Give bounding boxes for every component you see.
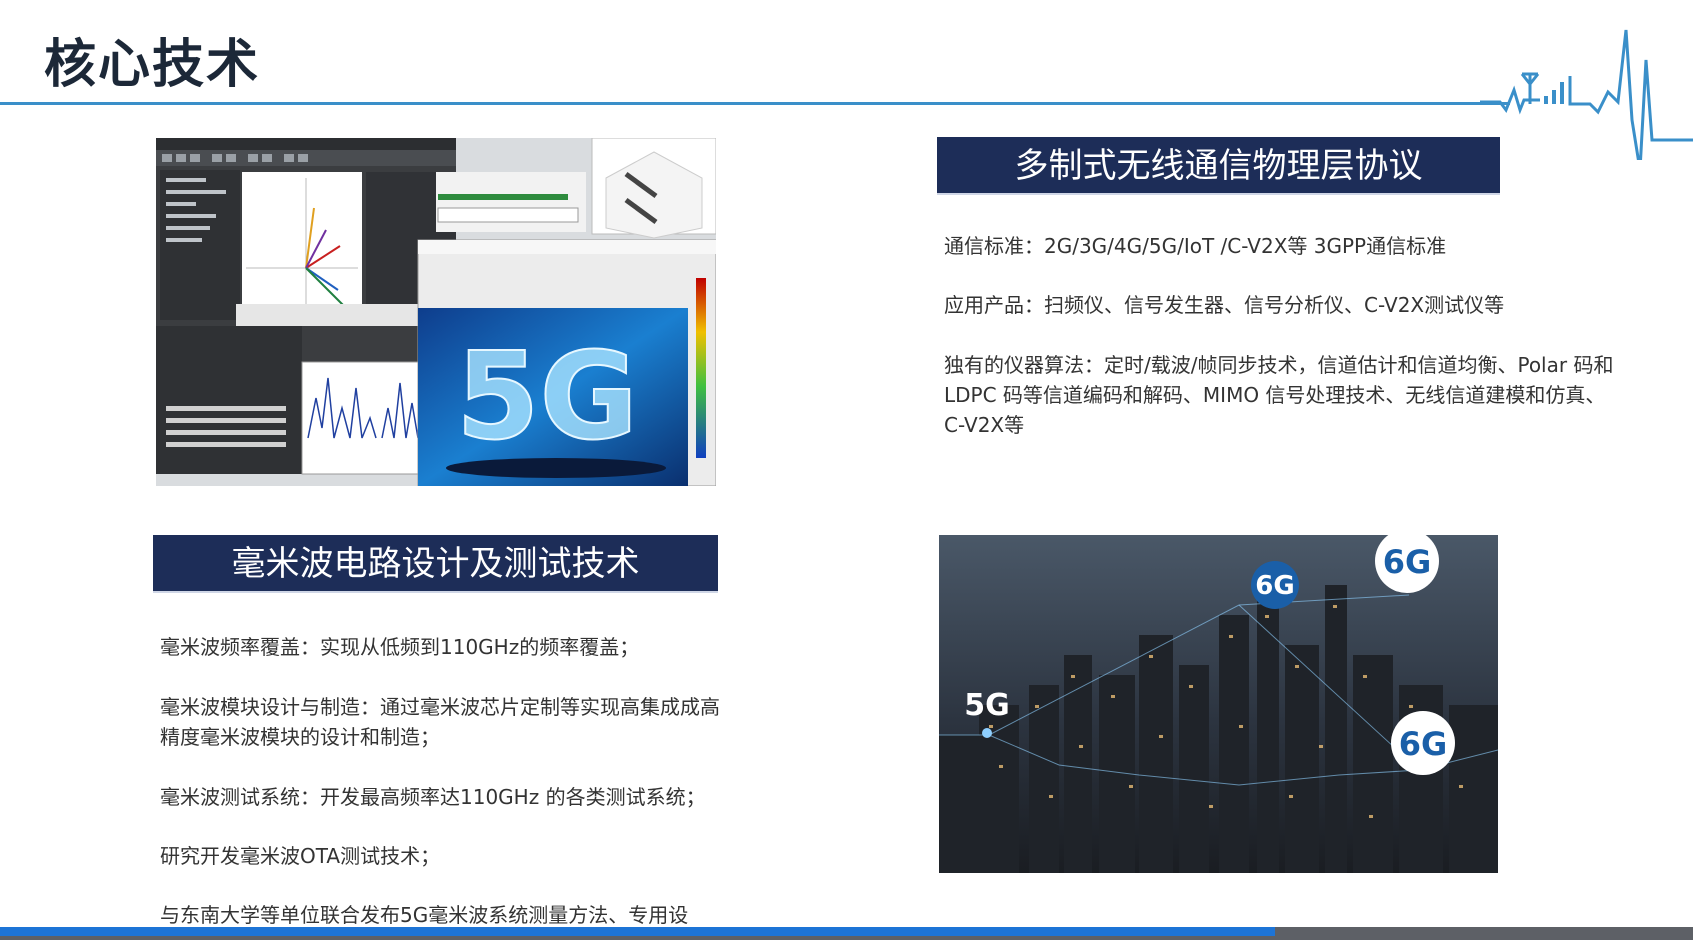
page-title: 核心技术 bbox=[44, 35, 261, 95]
protocol-line-algorithms-1: 独有的仪器算法：定时/载波/帧同步技术，信道估计和信道均衡、Polar 码和 bbox=[944, 353, 1614, 377]
mmwave-line-standard: 与东南大学等单位联合发布5G毫米波系统测量方法、专用设 bbox=[160, 903, 689, 927]
video-progress-fill bbox=[0, 927, 1275, 936]
city-network-image: 6G 6G 5G 6G bbox=[939, 535, 1498, 873]
mmwave-line-module-1: 毫米波模块设计与制造：通过毫米波芯片定制等实现高集成成高 bbox=[160, 695, 720, 719]
mmwave-line-coverage: 毫米波频率覆盖：实现从低频到110GHz的频率覆盖； bbox=[160, 635, 640, 659]
mmwave-line-ota: 研究开发毫米波OTA测试技术； bbox=[160, 844, 441, 868]
city-label-6g-3: 6G bbox=[1399, 725, 1448, 763]
mmwave-line-module-2: 精度毫米波模块的设计和制造； bbox=[160, 725, 440, 749]
city-label-5g: 5G bbox=[964, 688, 1010, 723]
signal-pulse-logo-icon bbox=[1480, 29, 1693, 160]
protocol-line-standards: 通信标准：2G/3G/4G/5G/IoT /C-V2X等 3GPP通信标准 bbox=[944, 234, 1447, 258]
protocol-heading: 多制式无线通信物理层协议 bbox=[937, 137, 1500, 195]
mmwave-heading: 毫米波电路设计及测试技术 bbox=[153, 535, 718, 593]
city-label-6g-2: 6G bbox=[1383, 543, 1432, 581]
collage-5g-label: 5G bbox=[456, 328, 638, 467]
protocol-line-products: 应用产品：扫频仪、信号发生器、信号分析仪、C-V2X测试仪等 bbox=[944, 293, 1505, 317]
protocol-line-algorithms-3: C-V2X等 bbox=[944, 413, 1025, 437]
city-label-6g-1: 6G bbox=[1255, 571, 1294, 601]
software-collage-image: 5G bbox=[156, 138, 716, 486]
header-divider bbox=[0, 102, 1510, 105]
mmwave-line-test-system: 毫米波测试系统：开发最高频率达110GHz 的各类测试系统； bbox=[160, 785, 706, 809]
protocol-line-algorithms-2: LDPC 码等信道编码和解码、MIMO 信号处理技术、无线信道建模和仿真、 bbox=[944, 383, 1606, 407]
